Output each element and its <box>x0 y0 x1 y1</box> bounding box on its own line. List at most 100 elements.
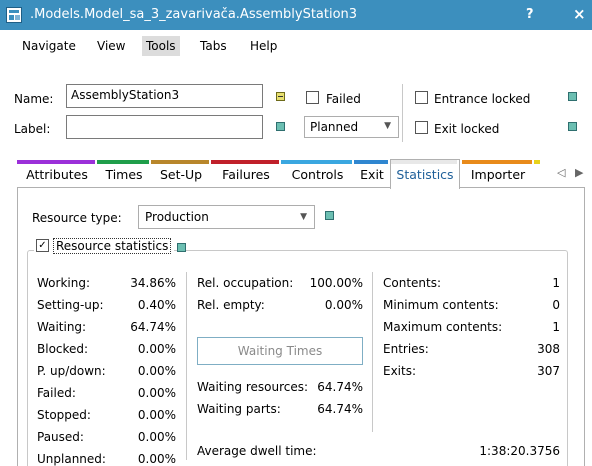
tab-label: Importer <box>470 167 526 182</box>
chevron-down-icon: ▼ <box>384 121 391 131</box>
resource-type-inherit-icon[interactable] <box>325 211 334 220</box>
tab-importer[interactable]: Importer <box>462 160 534 188</box>
entries-value: 308 <box>537 342 560 356</box>
average-dwell-time-value: 1:38:20.3756 <box>479 444 560 458</box>
minimum-contents-label: Minimum contents: <box>383 298 499 312</box>
menu-tools[interactable]: Tools <box>142 36 180 56</box>
minimum-contents-value: 0 <box>552 298 560 312</box>
tab-color-bar <box>391 160 457 164</box>
resource-type-label: Resource type: <box>32 211 122 225</box>
failed-checkbox[interactable] <box>306 91 319 104</box>
exits-value: 307 <box>537 364 560 378</box>
tab-failures[interactable]: Failures <box>211 160 281 188</box>
stat-value: 64.74% <box>130 320 176 334</box>
menu-navigate[interactable]: Navigate <box>22 36 76 56</box>
stat-value: 0.00% <box>137 452 176 466</box>
rel-empty-label: Rel. empty: <box>197 298 265 312</box>
divider <box>402 84 403 142</box>
stat-label: Unplanned: <box>37 452 106 466</box>
label-field[interactable] <box>66 115 263 139</box>
menu-bar: Navigate View Tools Tabs Help <box>0 30 592 60</box>
tab-label: Exit <box>360 167 384 182</box>
stat-value: 0.00% <box>137 342 176 356</box>
tab-color-bar <box>354 160 388 164</box>
tab-label: Times <box>105 167 143 182</box>
tab-scroll-left-icon[interactable]: ◁ <box>557 166 565 179</box>
resource-type-select[interactable]: Production ▼ <box>138 205 315 229</box>
tab-label: Failures <box>222 167 270 182</box>
column-divider <box>186 272 187 460</box>
maximum-contents-value: 1 <box>552 320 560 334</box>
entries-label: Entries: <box>383 342 429 356</box>
tab-label: Statistics <box>396 167 454 182</box>
label-inherit-icon[interactable] <box>276 122 285 131</box>
close-button[interactable]: × <box>573 5 586 23</box>
stat-value: 0.00% <box>137 364 176 378</box>
check-icon[interactable]: ✓ <box>36 239 49 252</box>
entrance-locked-inherit-icon[interactable] <box>568 92 577 101</box>
stat-value: 0.00% <box>137 386 176 400</box>
entrance-locked-checkbox[interactable] <box>415 91 428 104</box>
rel-empty-value: 0.00% <box>324 298 363 312</box>
menu-view[interactable]: View <box>97 36 125 56</box>
failed-label: Failed <box>326 92 361 106</box>
rel-occupation-value: 100.00% <box>309 276 363 290</box>
stat-label: Working: <box>37 276 90 290</box>
tab-set-up[interactable]: Set-Up <box>151 160 211 188</box>
tab-color-bar <box>462 160 532 164</box>
tab-color-bar <box>534 160 540 164</box>
resource-statistics-inherit-icon[interactable] <box>177 243 186 252</box>
stat-label: Failed: <box>37 386 76 400</box>
resource-statistics-title: Resource statistics <box>53 238 172 254</box>
app-icon <box>6 7 22 23</box>
window-title: .Models.Model_sa_3_zavarivača.AssemblySt… <box>30 7 358 22</box>
average-dwell-time-label: Average dwell time: <box>197 444 317 458</box>
stat-label: Setting-up: <box>37 298 104 312</box>
stat-value: 34.86% <box>130 276 176 290</box>
exit-locked-label: Exit locked <box>434 122 500 136</box>
column-divider <box>372 272 373 432</box>
menu-help[interactable]: Help <box>250 36 277 56</box>
resource-statistics-header[interactable]: ✓ Resource statistics <box>34 238 175 259</box>
stat-value: 0.00% <box>137 430 176 444</box>
tab-controls[interactable]: Controls <box>281 160 354 188</box>
help-button[interactable]: ? <box>526 7 534 22</box>
tab-more[interactable] <box>534 160 542 188</box>
rel-occupation-label: Rel. occupation: <box>197 276 294 290</box>
tab-color-bar <box>281 160 352 164</box>
tab-label: Controls <box>291 167 344 182</box>
waiting-resources-label: Waiting resources: <box>197 380 309 394</box>
tab-label: Attributes <box>26 167 88 182</box>
contents-value: 1 <box>552 276 560 290</box>
stat-value: 0.40% <box>137 298 176 312</box>
waiting-parts-label: Waiting parts: <box>197 402 281 416</box>
tab-exit[interactable]: Exit <box>354 160 390 188</box>
menu-tabs[interactable]: Tabs <box>200 36 227 56</box>
tab-color-bar <box>97 160 149 164</box>
tab-times[interactable]: Times <box>97 160 151 188</box>
tab-color-bar <box>17 160 95 164</box>
tab-label: Set-Up <box>159 167 203 182</box>
planned-select[interactable]: Planned ▼ <box>304 116 399 138</box>
tab-color-bar <box>211 160 279 164</box>
waiting-resources-value: 64.74% <box>317 380 363 394</box>
stat-label: Blocked: <box>37 342 89 356</box>
stat-label: Paused: <box>37 430 84 444</box>
exits-label: Exits: <box>383 364 417 378</box>
exit-locked-inherit-icon[interactable] <box>568 122 577 131</box>
stat-label: Stopped: <box>37 408 91 422</box>
waiting-times-button[interactable]: Waiting Times <box>197 337 363 365</box>
exit-locked-checkbox[interactable] <box>415 121 428 134</box>
contents-label: Contents: <box>383 276 442 290</box>
label-label: Label: <box>14 122 51 136</box>
tab-statistics[interactable]: Statistics <box>390 159 460 189</box>
name-inherit-icon[interactable] <box>276 92 285 101</box>
planned-select-value: Planned <box>310 120 359 134</box>
maximum-contents-label: Maximum contents: <box>383 320 503 334</box>
stat-label: Waiting: <box>37 320 87 334</box>
name-label: Name: <box>14 92 54 106</box>
tab-scroll-right-icon[interactable]: ▶ <box>575 166 583 179</box>
waiting-parts-value: 64.74% <box>317 402 363 416</box>
tab-attributes[interactable]: Attributes <box>17 160 97 188</box>
name-field[interactable]: AssemblyStation3 <box>66 84 263 108</box>
